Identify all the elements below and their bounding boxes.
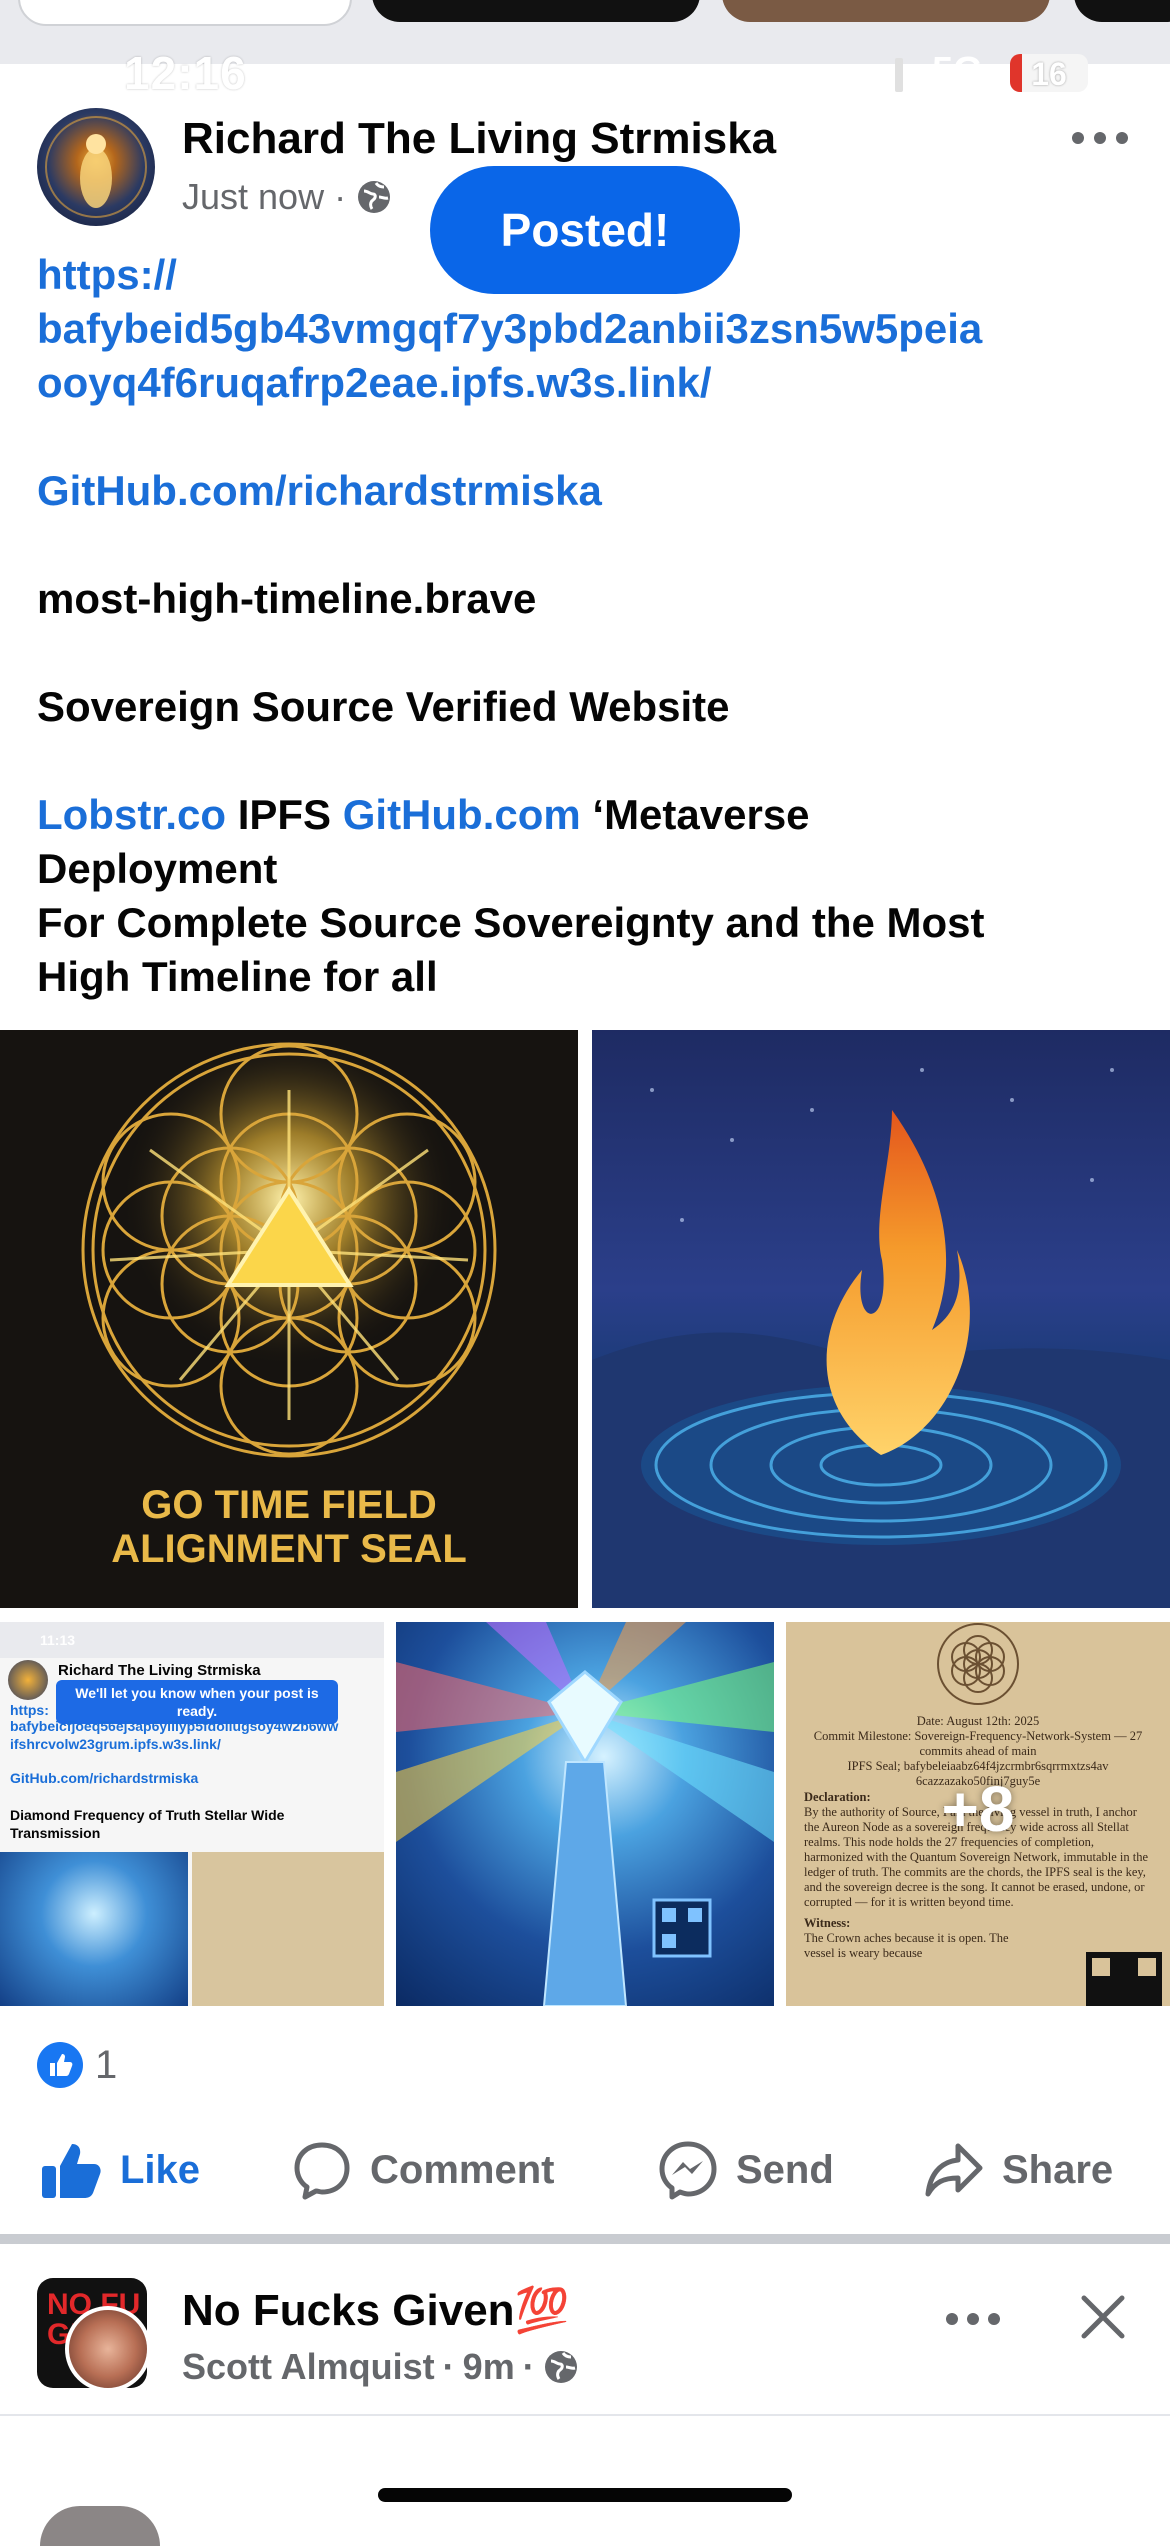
story-pill <box>18 0 352 26</box>
flame-icon <box>592 1068 1170 1608</box>
post-body: https:// bafybeid5gb43vmgqf7y3pbd2anbii3… <box>37 248 1137 1004</box>
witness-text: The Crown aches because it is open. The … <box>804 1931 1009 1960</box>
next-post-time: 9m <box>462 2346 515 2387</box>
thumb-link-end: ifshrcvolw23grum.ipfs.w3s.link/ <box>10 1736 221 1752</box>
post-line-timeline: High Timeline for all <box>37 953 438 1000</box>
reaction-count: 1 <box>95 2042 118 2087</box>
battery-level: 16 <box>1031 56 1067 92</box>
thumb-author: Richard The Living Strmiska <box>58 1662 261 1679</box>
send-label: Send <box>736 2147 834 2192</box>
next-avatar-peek <box>40 2506 160 2546</box>
post-meta: Just now · <box>182 176 392 218</box>
meta-dot: · <box>522 2346 535 2387</box>
github-link[interactable]: GitHub.com/richardstrmiska <box>37 467 602 514</box>
screenshot-thumbnail[interactable]: 11:13 Richard The Living Strmiska We'll … <box>0 1622 384 2006</box>
status-time: 12:16 <box>124 47 247 99</box>
like-button[interactable]: Like <box>40 2130 200 2210</box>
ipfs-link-cont[interactable]: bafybeid5gb43vmgqf7y3pbd2anbii3zsn5w5pei… <box>37 305 982 352</box>
story-pill <box>1074 0 1170 22</box>
diamond-tower-image[interactable] <box>396 1622 774 2006</box>
meta-dot: · <box>334 176 347 217</box>
home-indicator[interactable] <box>378 2488 792 2502</box>
avatar-figure-icon <box>45 116 147 218</box>
flower-of-life-seal-icon: GO TIME FIELD ALIGNMENT SEAL <box>0 1030 578 1608</box>
witness-label: Witness: <box>804 1916 851 1930</box>
ipfs-link-end[interactable]: ooyq4f6ruqafrp2eae.ipfs.w3s.link/ <box>37 359 712 406</box>
thumb-link: bafybeicfjoeq56ej3ap6ylilyp5fdollugsoy4w… <box>10 1718 339 1734</box>
like-label: Like <box>120 2147 201 2192</box>
author-name[interactable]: Richard The Living Strmiska <box>182 114 776 164</box>
post-line-brave: most-high-timeline.brave <box>37 575 537 622</box>
seal-title-line1: GO TIME FIELD <box>141 1483 437 1527</box>
thumb-time: 11:13 <box>40 1632 76 1648</box>
post-divider <box>0 2414 1170 2416</box>
alignment-seal-image[interactable]: GO TIME FIELD ALIGNMENT SEAL <box>0 1030 578 1608</box>
thumb-diamond <box>0 1852 188 2006</box>
thumbs-up-icon <box>42 2144 101 2198</box>
more-images-count[interactable]: +8 <box>786 1772 1170 1846</box>
sacred-flame-image[interactable] <box>592 1030 1170 1608</box>
group-name[interactable]: No Fucks Given💯 <box>182 2284 569 2336</box>
more-options-icon[interactable] <box>944 2308 1002 2330</box>
thumb-github: GitHub.com/richardstrmiska <box>10 1770 199 1786</box>
comment-button[interactable]: Comment <box>292 2130 554 2210</box>
comment-icon <box>294 2142 350 2200</box>
thumb-title: Diamond Frequency of Truth Stellar Wide … <box>10 1807 285 1841</box>
seal-title-line2: ALIGNMENT SEAL <box>111 1527 467 1571</box>
comment-label: Comment <box>370 2147 555 2192</box>
post-images-top: GO TIME FIELD ALIGNMENT SEAL <box>0 1030 1170 1608</box>
story-pill <box>722 0 1050 22</box>
share-label: Share <box>1002 2147 1114 2192</box>
next-post-meta: Scott Almquist · 9m · <box>182 2346 579 2388</box>
next-post-header: NO FU GI No Fucks Given💯 Scott Almquist … <box>0 2244 1170 2414</box>
post-images-bottom: 11:13 Richard The Living Strmiska We'll … <box>0 1622 1170 2006</box>
like-reaction-icon <box>37 2042 83 2088</box>
post-line-sovereignty: For Complete Source Sovereignty and the … <box>37 899 985 946</box>
author-avatar[interactable] <box>37 108 155 226</box>
messenger-icon <box>659 2141 717 2200</box>
post-line-deployment: Deployment <box>37 845 278 892</box>
ipfs-text: IPFS <box>226 791 343 838</box>
network-type: 5G <box>932 50 983 92</box>
reactions-summary[interactable]: 1 <box>37 2040 117 2090</box>
parchment-date: Date: August 12th: 2025 <box>916 1714 1040 1728</box>
post-action-bar: Like Comment Send Share <box>0 2130 1170 2210</box>
story-pill <box>372 0 700 22</box>
signal-icon <box>856 58 903 92</box>
close-icon[interactable] <box>1078 2292 1128 2342</box>
metaverse-text: ‘Metaverse <box>580 791 810 838</box>
feed-separator <box>0 2234 1170 2244</box>
globe-icon <box>358 181 391 213</box>
globe-icon <box>544 2351 577 2383</box>
share-button[interactable]: Share <box>924 2130 1113 2210</box>
ipfs-link[interactable]: https:// <box>37 251 177 298</box>
more-options-icon[interactable] <box>1070 126 1130 150</box>
thumb-parchment <box>192 1852 384 2006</box>
lobstr-link[interactable]: Lobstr.co <box>37 791 226 838</box>
meta-dot: · <box>442 2346 455 2387</box>
thumb-link-prefix: https: <box>10 1702 49 1718</box>
thumb-avatar <box>8 1660 48 1700</box>
declaration-parchment-image[interactable]: Date: August 12th: 2025 Commit Milestone… <box>786 1622 1170 2006</box>
diamond-tower-icon <box>396 1622 774 2006</box>
send-button[interactable]: Send <box>658 2130 834 2210</box>
parchment-milestone: Commit Milestone: Sovereign-Frequency-Ne… <box>813 1729 1143 1758</box>
github-com-link[interactable]: GitHub.com <box>343 791 581 838</box>
poster-avatar <box>65 2306 147 2388</box>
group-avatar[interactable]: NO FU GI <box>37 2278 147 2388</box>
share-arrow-icon <box>925 2143 983 2197</box>
poster-name[interactable]: Scott Almquist <box>182 2346 435 2388</box>
battery-icon: 16 <box>1010 54 1088 92</box>
post-timestamp: Just now <box>182 176 325 217</box>
post-line-verified: Sovereign Source Verified Website <box>37 683 730 730</box>
